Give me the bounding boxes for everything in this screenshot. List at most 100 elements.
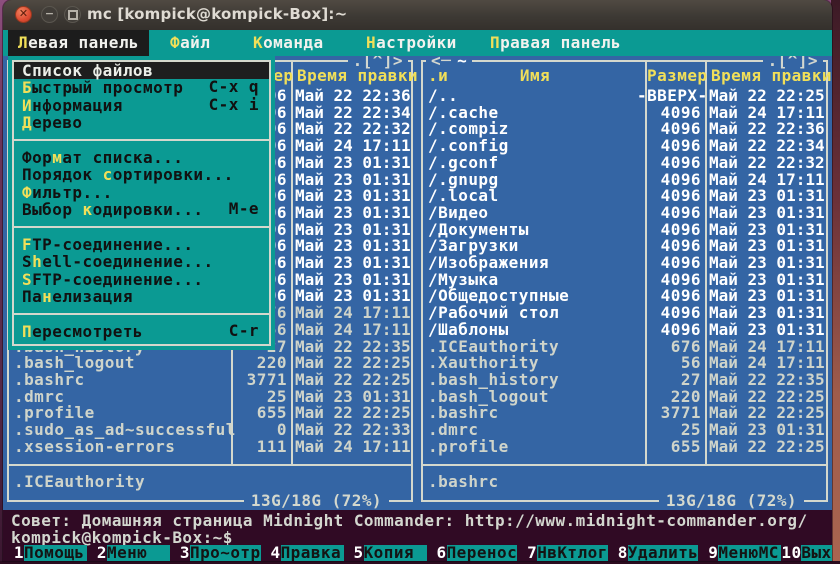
menu-item-3[interactable]: Настройки: [356, 30, 467, 56]
maximize-icon[interactable]: [64, 6, 81, 23]
menu-item-2[interactable]: Команда: [243, 30, 334, 56]
table-row[interactable]: .Xauthority56Май 24 17:11: [417, 354, 832, 371]
window-titlebar[interactable]: ✕ − mc [kompick@kompick-Box]:~: [3, 0, 832, 31]
file-mtime: Май 23 01:31: [709, 204, 825, 221]
left-panel-menu-dropdown: Список файловБыстрый просмотрC-x qИнформ…: [8, 56, 275, 350]
file-name: .bash_logout: [428, 388, 549, 405]
fkey-3-button[interactable]: 3Про~отр: [170, 545, 261, 561]
file-name: .dmrc: [428, 421, 478, 438]
menu-hotkey: F: [22, 235, 32, 254]
fkey-number: 10: [781, 545, 801, 561]
table-row[interactable]: /.gnupg4096Май 24 17:11: [417, 171, 832, 188]
file-name: /.cache: [428, 104, 499, 121]
table-row[interactable]: .bashrc3771Май 22 22:25: [3, 371, 417, 388]
menu-item-1[interactable]: Файл: [160, 30, 220, 56]
table-row[interactable]: .profile655Май 22 22:25: [3, 404, 417, 421]
file-size: 4096: [637, 171, 701, 188]
column-header-size[interactable]: Размер: [647, 67, 705, 84]
file-name: .Xauthority: [428, 354, 539, 371]
close-icon[interactable]: ✕: [15, 6, 32, 23]
table-row[interactable]: .xsession-errors111Май 24 17:11: [3, 438, 417, 455]
menu-separator: [13, 226, 270, 228]
dropdown-item-12[interactable]: SFTP-соединение...: [14, 271, 269, 288]
dropdown-item-13[interactable]: Панелизация: [14, 288, 269, 305]
fkey-1-button[interactable]: 1Помощь: [4, 545, 87, 561]
dropdown-item-2[interactable]: ИнформацияC-x i: [14, 97, 269, 114]
fkey-label: Удалить: [628, 545, 699, 561]
file-size: 25: [637, 421, 701, 438]
disk-usage: 13G/18G (72%): [244, 492, 389, 509]
file-mtime: Май 22 22:25: [709, 404, 825, 421]
fkey-10-button[interactable]: 10Выход: [781, 545, 832, 561]
file-mtime: Май 24 17:11: [709, 171, 825, 188]
fkey-label: Правка: [281, 545, 344, 561]
table-row[interactable]: /.compiz4096Май 22 22:36: [417, 120, 832, 137]
file-name: .sudo_as_ad~successful: [14, 421, 236, 438]
fkey-2-button[interactable]: 2Меню: [87, 545, 170, 561]
table-row[interactable]: .bash_logout220Май 22 22:25: [3, 354, 417, 371]
file-mtime: Май 23 01:31: [295, 287, 411, 304]
fkey-9-button[interactable]: 9МенюМС: [698, 545, 781, 561]
table-row[interactable]: /.cache4096Май 24 17:11: [417, 104, 832, 121]
menu-hotkey: Ф: [22, 183, 32, 202]
table-row[interactable]: /Видео4096Май 23 01:31: [417, 204, 832, 221]
menu-item-4[interactable]: Правая панель: [480, 30, 631, 56]
file-size: 0: [223, 421, 287, 438]
file-size: 4096: [637, 254, 701, 271]
fkey-number: 7: [517, 545, 537, 561]
table-row[interactable]: /Общедоступные4096Май 23 01:31: [417, 287, 832, 304]
dropdown-item-8[interactable]: Выбор кодировки...M-e: [14, 201, 269, 218]
table-row[interactable]: .profile655Май 22 22:25: [417, 438, 832, 455]
file-name: .profile: [428, 438, 509, 455]
table-row[interactable]: /Документы4096Май 23 01:31: [417, 221, 832, 238]
table-row[interactable]: /.gconf4096Май 22 22:32: [417, 154, 832, 171]
fkey-6-button[interactable]: 6Перенос: [427, 545, 518, 561]
table-row[interactable]: .bash_history27Май 22 22:35: [417, 371, 832, 388]
table-row[interactable]: .sudo_as_ad~successful0Май 22 22:33: [3, 421, 417, 438]
dropdown-item-15[interactable]: ПересмотретьC-r: [14, 323, 269, 340]
menu-hotkey: м: [52, 148, 62, 167]
table-row[interactable]: .bashrc3771Май 22 22:25: [417, 404, 832, 421]
fkey-7-button[interactable]: 7НвКтлог: [517, 545, 608, 561]
table-row[interactable]: /.config4096Май 22 22:34: [417, 137, 832, 154]
table-row[interactable]: /Музыка4096Май 23 01:31: [417, 271, 832, 288]
table-row[interactable]: .bash_logout220Май 22 22:25: [417, 388, 832, 405]
file-size: 655: [637, 438, 701, 455]
table-row[interactable]: /.local4096Май 23 01:31: [417, 187, 832, 204]
fkey-4-button[interactable]: 4Правка: [261, 545, 344, 561]
file-mtime: Май 22 22:25: [709, 388, 825, 405]
menu-hotkey: h: [32, 252, 42, 271]
menu-hotkey: П: [22, 322, 32, 341]
fkey-8-button[interactable]: 8Удалить: [608, 545, 699, 561]
table-row[interactable]: .ICEauthority676Май 24 17:11: [417, 338, 832, 355]
dropdown-item-10[interactable]: FTP-соединение...: [14, 236, 269, 253]
file-size: 4096: [637, 187, 701, 204]
file-size: 655: [223, 404, 287, 421]
table-row[interactable]: /Рабочий стол4096Май 23 01:31: [417, 304, 832, 321]
fkey-5-button[interactable]: 5Копия: [344, 545, 427, 561]
menu-item-0[interactable]: Левая панель: [8, 30, 149, 56]
dropdown-item-3[interactable]: Дерево: [14, 114, 269, 131]
minimize-icon[interactable]: −: [41, 6, 58, 23]
table-row[interactable]: /Изображения4096Май 23 01:31: [417, 254, 832, 271]
file-size: 3771: [637, 404, 701, 421]
fkey-number: 6: [427, 545, 447, 561]
menu-hotkey: И: [22, 96, 32, 115]
table-row[interactable]: .dmrc25Май 23 01:31: [3, 388, 417, 405]
file-mtime: Май 23 01:31: [295, 154, 411, 171]
table-row[interactable]: /Шаблоны4096Май 23 01:31: [417, 321, 832, 338]
file-size: 4096: [637, 154, 701, 171]
dropdown-item-6[interactable]: Порядок сортировки...: [14, 166, 269, 183]
menu-separator: [13, 313, 270, 315]
dropdown-item-5[interactable]: Формат списка...: [14, 149, 269, 166]
dropdown-item-11[interactable]: Shell-соединение...: [14, 253, 269, 270]
table-row[interactable]: /..-ВВЕРХ-Май 22 22:25: [417, 87, 832, 104]
file-mtime: Май 23 01:31: [709, 237, 825, 254]
fkey-number: 1: [4, 545, 24, 561]
file-mtime: Май 24 17:11: [295, 321, 411, 338]
file-mtime: Май 22 22:25: [295, 404, 411, 421]
table-row[interactable]: /Загрузки4096Май 23 01:31: [417, 237, 832, 254]
table-row[interactable]: .dmrc25Май 23 01:31: [417, 421, 832, 438]
file-size: 676: [637, 338, 701, 355]
file-mtime: Май 24 17:11: [709, 354, 825, 371]
